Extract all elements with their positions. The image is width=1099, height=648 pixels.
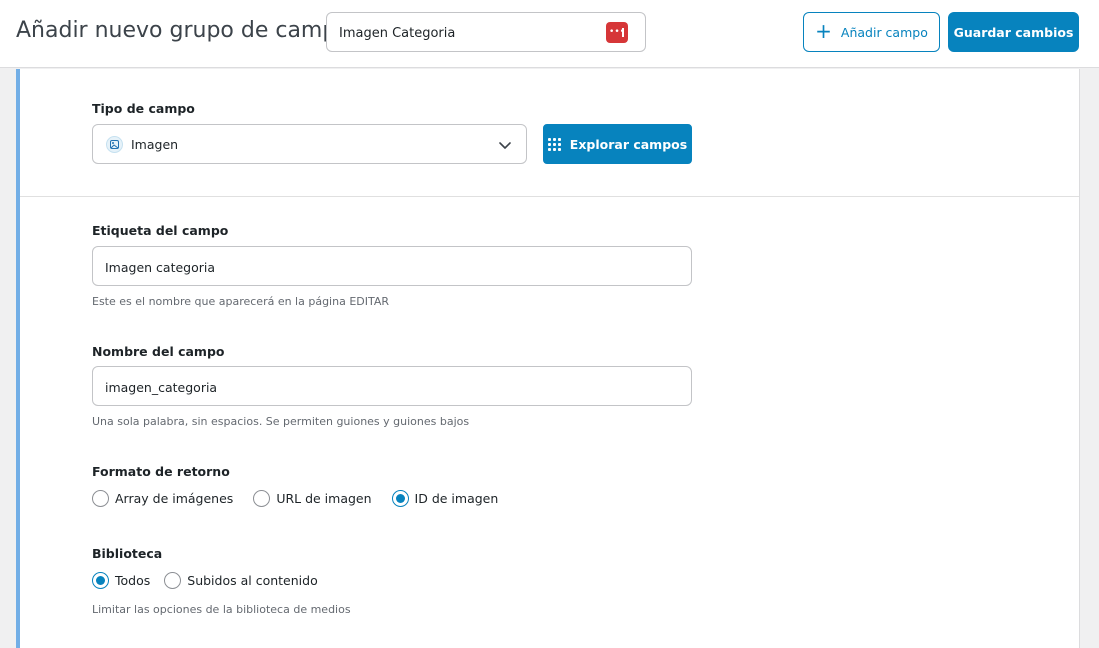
radio-todos[interactable]: Todos [92,572,150,589]
field-name-hint: Una sola palabra, sin espacios. Se permi… [92,415,470,428]
library-label: Biblioteca [92,546,163,561]
radio-label: Todos [115,573,151,588]
password-manager-icon[interactable]: ••• [606,22,628,43]
add-field-label: Añadir campo [840,24,928,40]
library-hint: Limitar las opciones de la biblioteca de… [92,603,351,616]
field-name-label: Nombre del campo [92,344,225,359]
radio-array-imagenes[interactable]: Array de imágenes [92,490,233,507]
image-icon [106,136,123,153]
radio-label: URL de imagen [276,491,372,506]
field-name-input[interactable] [105,376,675,398]
radio-id-imagen[interactable]: ID de imagen [391,490,499,507]
field-label-input[interactable] [105,256,675,278]
radio-label: Subidos al contenido [187,573,318,588]
field-type-selected: Imagen [131,137,179,152]
grid-dots-icon [547,137,561,151]
group-title-input[interactable] [339,22,599,44]
save-changes-button[interactable]: Guardar cambios [948,12,1079,52]
field-name-field[interactable] [92,366,692,406]
section-divider [20,196,1079,197]
radio-circle-checked[interactable] [92,572,109,589]
radio-label: ID de imagen [414,491,499,506]
radio-subidos-contenido[interactable]: Subidos al contenido [164,572,318,589]
save-changes-label: Guardar cambios [953,24,1074,40]
radio-circle[interactable] [164,572,182,589]
explore-fields-button[interactable]: Explorar campos [543,124,692,164]
radio-circle[interactable] [92,490,109,507]
add-field-button[interactable]: + Añadir campo [803,12,940,52]
return-format-label: Formato de retorno [92,464,230,479]
group-title-field[interactable]: ••• [326,12,646,52]
plus-icon: + [815,19,832,43]
radio-label: Array de imágenes [115,491,234,506]
field-label-label: Etiqueta del campo [92,223,229,238]
explore-fields-label: Explorar campos [569,136,688,152]
field-label-field[interactable] [92,246,692,286]
page-title: Añadir nuevo grupo de campos [16,18,362,43]
top-header: Añadir nuevo grupo de campos ••• + Añadi… [0,0,1099,68]
radio-circle-checked[interactable] [391,490,409,507]
field-type-label: Tipo de campo [92,101,195,116]
field-label-hint: Este es el nombre que aparecerá en la pá… [92,295,390,308]
field-type-select[interactable]: Imagen [92,124,527,164]
field-settings-panel: Tipo de campo Imagen Explorar campos Eti… [16,69,1080,648]
return-format-options: Array de imágenes URL de imagen ID de im… [92,490,518,507]
radio-circle[interactable] [253,490,271,507]
radio-url-imagen[interactable]: URL de imagen [253,490,372,507]
chevron-down-icon [499,142,511,149]
library-options: Todos Subidos al contenido [92,572,338,589]
